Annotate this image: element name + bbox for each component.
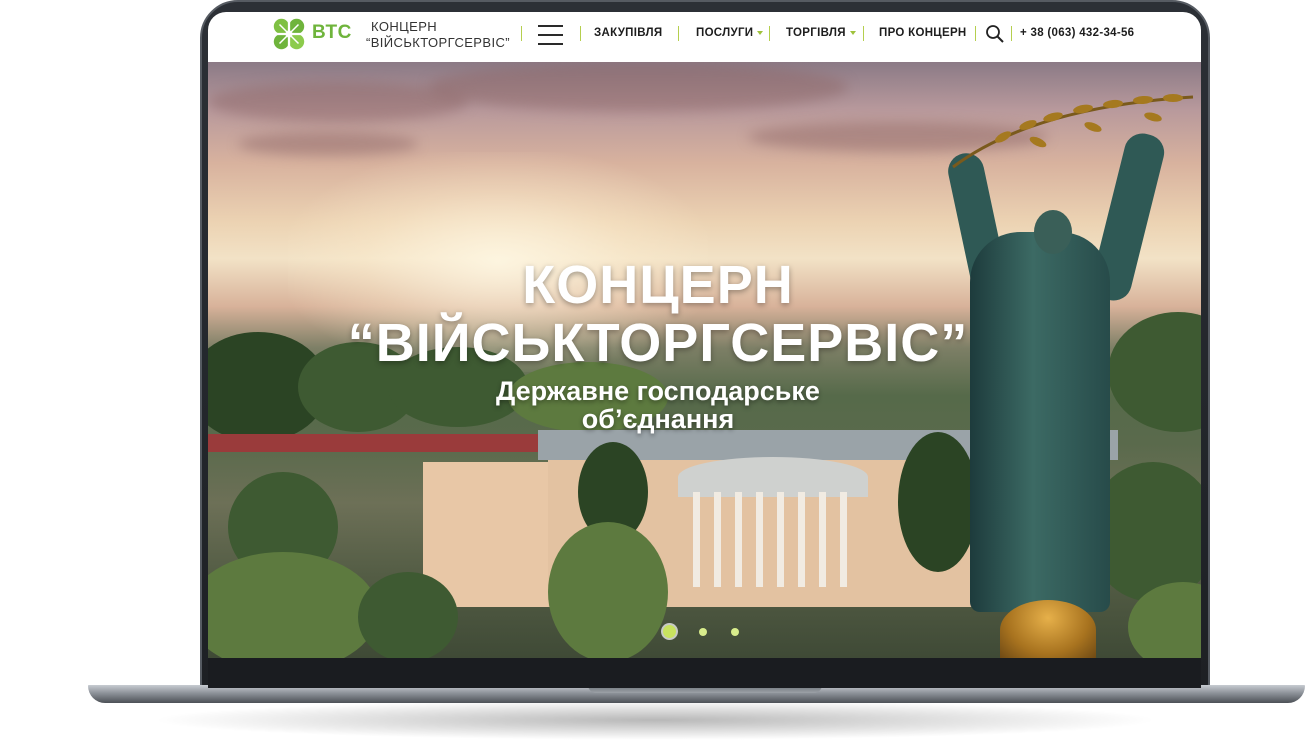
divider: [1011, 26, 1012, 41]
nav-item-about[interactable]: ПРО КОНЦЕРН: [879, 27, 967, 39]
hero-tree: [208, 552, 378, 658]
hero-slider: КОНЦЕРН “ВІЙСЬКТОРГСЕРВІС” Державне госп…: [208, 62, 1201, 658]
divider: [580, 26, 581, 41]
slider-pagination: [663, 625, 753, 639]
hero-title-line2: “ВІЙСЬКТОРГСЕРВІС”: [347, 313, 969, 373]
hero-tree: [898, 432, 978, 572]
hero-tree: [358, 572, 458, 658]
chevron-down-icon[interactable]: [850, 31, 856, 35]
divider: [769, 26, 770, 41]
hero-column: [777, 492, 784, 587]
divider: [678, 26, 679, 41]
slider-dot[interactable]: [699, 628, 707, 636]
divider: [521, 26, 522, 41]
hero-cloud: [428, 62, 848, 112]
search-icon[interactable]: [985, 24, 1005, 44]
hamburger-menu-icon[interactable]: [538, 25, 563, 45]
nav-item-procurement[interactable]: ЗАКУПІВЛЯ: [594, 27, 662, 39]
logo-abbreviation[interactable]: ВТС: [312, 22, 352, 44]
hero-roof: [208, 434, 538, 452]
laptop-shadow: [150, 700, 1160, 740]
hero-cloud: [238, 132, 418, 156]
hero-title-line1: КОНЦЕРН: [522, 255, 794, 315]
hero-column: [798, 492, 805, 587]
hero-tree: [1108, 312, 1201, 432]
chevron-down-icon[interactable]: [757, 31, 763, 35]
divider: [863, 26, 864, 41]
nav-item-services[interactable]: ПОСЛУГИ: [696, 27, 753, 39]
divider: [975, 26, 976, 41]
site-header: ВТС КОНЦЕРН “ВІЙСЬКТОРГСЕРВІС” ЗАКУПІВЛЯ…: [208, 12, 1201, 62]
hero-column: [819, 492, 826, 587]
hero-column: [714, 492, 721, 587]
clover-logo-icon[interactable]: [270, 15, 308, 53]
hero-column: [693, 492, 700, 587]
hero-column: [735, 492, 742, 587]
hero-subtitle-line1: Державне господарське: [496, 376, 820, 406]
laurel-branch: [952, 94, 1194, 169]
hero-column: [756, 492, 763, 587]
slider-dot[interactable]: [731, 628, 739, 636]
screen-bottom-bezel: [208, 658, 1201, 688]
nav-item-trade[interactable]: ТОРГІВЛЯ: [786, 27, 846, 39]
hero-subtitle-line2: об’єднання: [581, 404, 735, 434]
logo-title-line2: “ВІЙСЬКТОРГСЕРВІС”: [366, 35, 510, 50]
statue-golden-globe: [1000, 600, 1096, 658]
hero-rotunda: [678, 457, 868, 497]
statue-head: [1034, 210, 1072, 254]
laptop-screen: ВТС КОНЦЕРН “ВІЙСЬКТОРГСЕРВІС” ЗАКУПІВЛЯ…: [208, 12, 1201, 688]
hero-column: [840, 492, 847, 587]
slider-dot[interactable]: [663, 625, 676, 638]
hero-tree: [548, 522, 668, 658]
phone-link[interactable]: + 38 (063) 432-34-56: [1020, 27, 1134, 39]
logo-title-line1: КОНЦЕРН: [371, 19, 438, 34]
